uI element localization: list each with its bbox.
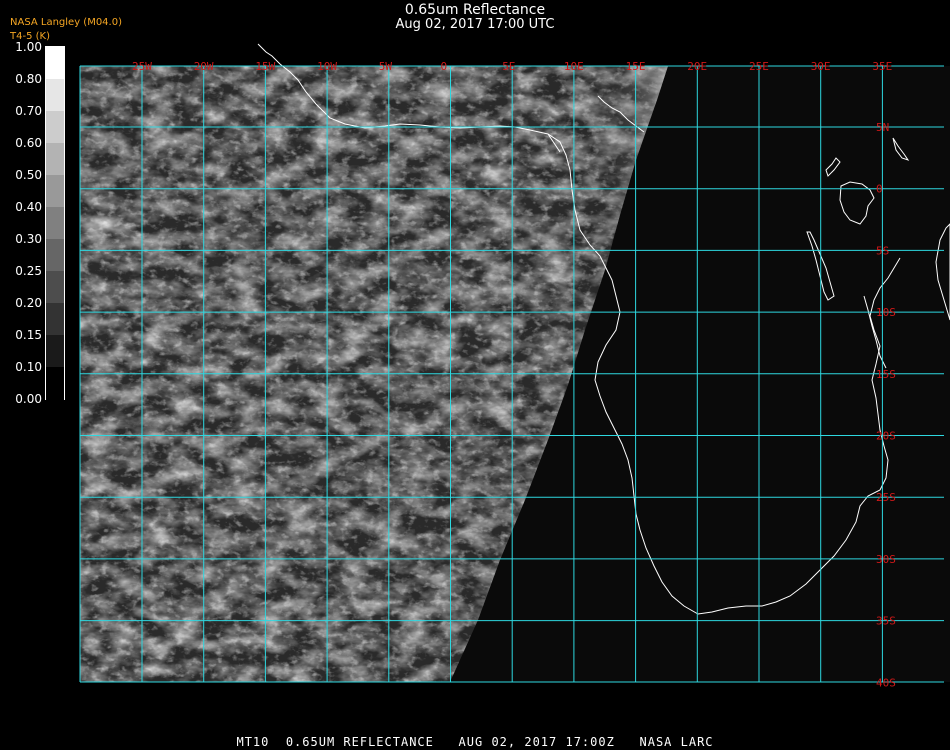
latitude-label: 0 bbox=[876, 183, 883, 196]
latitude-label: 5N bbox=[876, 121, 889, 134]
latitude-label: 25S bbox=[876, 491, 896, 504]
longitude-label: 15W bbox=[255, 60, 275, 73]
footer-caption: MT10 0.65UM REFLECTANCE AUG 02, 2017 17:… bbox=[236, 735, 714, 749]
longitude-label: 20E bbox=[687, 60, 707, 73]
longitude-label: 5W bbox=[379, 60, 393, 73]
longitude-label: 25W bbox=[132, 60, 152, 73]
longitude-label: 25E bbox=[749, 60, 769, 73]
latitude-label: 15S bbox=[876, 368, 896, 381]
longitude-label: 5E bbox=[502, 60, 515, 73]
longitude-label: 15E bbox=[626, 60, 646, 73]
longitude-label: 35E bbox=[872, 60, 892, 73]
latitude-label: 40S bbox=[876, 676, 896, 689]
latitude-label: 10S bbox=[876, 306, 896, 319]
latitude-label: 5S bbox=[876, 244, 889, 257]
longitude-label: 0 bbox=[441, 60, 448, 73]
latitude-label: 30S bbox=[876, 553, 896, 566]
map-canvas: 25W 20W 15W 10W 5W 0 5E 10E 15E 20E 25E 30E 35E 5N 0 5S… bbox=[79, 43, 950, 689]
longitude-label: 10E bbox=[564, 60, 584, 73]
latitude-label: 20S bbox=[876, 430, 896, 443]
longitude-label: 20W bbox=[194, 60, 214, 73]
satellite-map-view: 0.65um Reflectance Aug 02, 2017 17:00 UT… bbox=[0, 0, 950, 750]
longitude-label: 30E bbox=[811, 60, 831, 73]
latitude-label: 35S bbox=[876, 615, 896, 628]
longitude-label: 10W bbox=[317, 60, 337, 73]
